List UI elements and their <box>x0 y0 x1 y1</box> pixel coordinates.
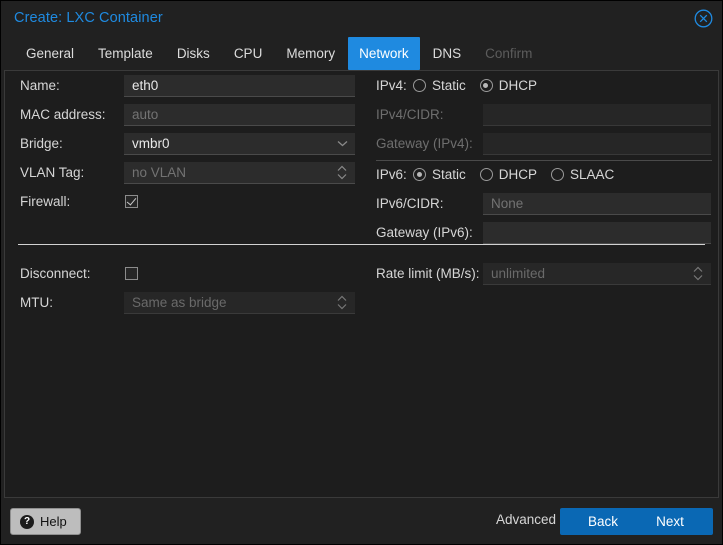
tab-confirm: Confirm <box>485 46 533 61</box>
question-mark-icon: ? <box>20 514 34 529</box>
ipv6-radio-group: Static DHCP SLAAC <box>413 167 628 182</box>
ipv4-cidr-label: IPv4/CIDR: <box>376 107 444 122</box>
disconnect-label: Disconnect: <box>20 266 91 281</box>
left-column: Name: eth0 MAC address: auto Bridge: vmb… <box>5 71 365 314</box>
ipv4-cidr-input <box>483 103 711 126</box>
mac-address-label: MAC address: <box>20 107 106 122</box>
tab-disks[interactable]: Disks <box>166 37 221 70</box>
network-form-panel: Name: eth0 MAC address: auto Bridge: vmb… <box>4 70 719 498</box>
next-button[interactable]: Next <box>627 508 713 535</box>
ipv6-dhcp-radio[interactable]: DHCP <box>479 167 537 182</box>
radio-selected-icon <box>413 168 426 181</box>
ipv4-radio-group: Static DHCP <box>413 78 551 93</box>
ipv6-label: IPv6: <box>376 167 407 182</box>
rate-limit-label: Rate limit (MB/s): <box>376 266 480 281</box>
tab-dns[interactable]: DNS <box>422 37 473 70</box>
ipv6-cidr-label: IPv6/CIDR: <box>376 196 444 211</box>
rate-limit-placeholder: unlimited <box>491 265 546 281</box>
ipv6-gateway-input[interactable] <box>483 221 711 244</box>
mtu-label: MTU: <box>20 295 53 310</box>
radio-selected-icon <box>479 79 493 92</box>
mac-address-input[interactable]: auto <box>124 103 355 126</box>
ipv4-gateway-input <box>483 132 711 155</box>
tab-template[interactable]: Template <box>87 37 164 70</box>
radio-icon <box>413 79 426 92</box>
spinner-updown-icon[interactable] <box>336 292 348 313</box>
section-separator <box>18 244 705 245</box>
ipv6-gateway-label: Gateway (IPv6): <box>376 225 473 240</box>
help-button-label: Help <box>40 514 67 529</box>
ipv4-static-radio[interactable]: Static <box>413 78 466 93</box>
tab-network[interactable]: Network <box>348 37 420 70</box>
ipv6-static-radio[interactable]: Static <box>413 167 466 182</box>
radio-icon <box>551 168 565 181</box>
ipv6-cidr-input[interactable]: None <box>483 192 711 215</box>
tab-memory[interactable]: Memory <box>275 37 346 70</box>
spinner-updown-icon[interactable] <box>336 162 348 183</box>
help-button[interactable]: ? Help <box>10 508 81 535</box>
firewall-checkbox[interactable] <box>125 195 138 208</box>
bridge-label: Bridge: <box>20 136 63 151</box>
ipv4-gateway-label: Gateway (IPv4): <box>376 136 473 151</box>
ipv4-label: IPv4: <box>376 78 407 93</box>
disconnect-checkbox[interactable] <box>125 267 138 280</box>
radio-icon <box>479 168 493 181</box>
tab-cpu[interactable]: CPU <box>223 37 274 70</box>
spinner-updown-icon[interactable] <box>692 263 704 284</box>
wizard-tabbar: General Template Disks CPU Memory Networ… <box>1 37 722 70</box>
chevron-down-icon[interactable] <box>336 133 348 154</box>
close-icon[interactable] <box>694 9 713 28</box>
vlan-tag-placeholder: no VLAN <box>132 164 187 180</box>
firewall-label: Firewall: <box>20 194 71 209</box>
dialog-title: Create: LXC Container <box>14 10 163 26</box>
rate-limit-input[interactable]: unlimited <box>483 262 711 285</box>
name-label: Name: <box>20 78 60 93</box>
name-input[interactable]: eth0 <box>124 74 355 97</box>
bridge-value: vmbr0 <box>132 135 170 151</box>
create-lxc-container-dialog: Create: LXC Container General Template D… <box>0 0 723 545</box>
mtu-placeholder: Same as bridge <box>132 294 227 310</box>
bridge-select[interactable]: vmbr0 <box>124 132 355 155</box>
vlan-tag-input[interactable]: no VLAN <box>124 161 355 184</box>
dialog-footer: ? Help Advanced Back Next <box>1 498 722 544</box>
advanced-label: Advanced <box>495 512 556 527</box>
ipv6-slaac-radio[interactable]: SLAAC <box>551 167 614 182</box>
mtu-input[interactable]: Same as bridge <box>124 291 355 314</box>
vlan-tag-label: VLAN Tag: <box>20 165 85 180</box>
tab-general[interactable]: General <box>15 37 85 70</box>
ipv4-dhcp-radio[interactable]: DHCP <box>479 78 537 93</box>
dialog-titlebar: Create: LXC Container <box>1 1 722 37</box>
